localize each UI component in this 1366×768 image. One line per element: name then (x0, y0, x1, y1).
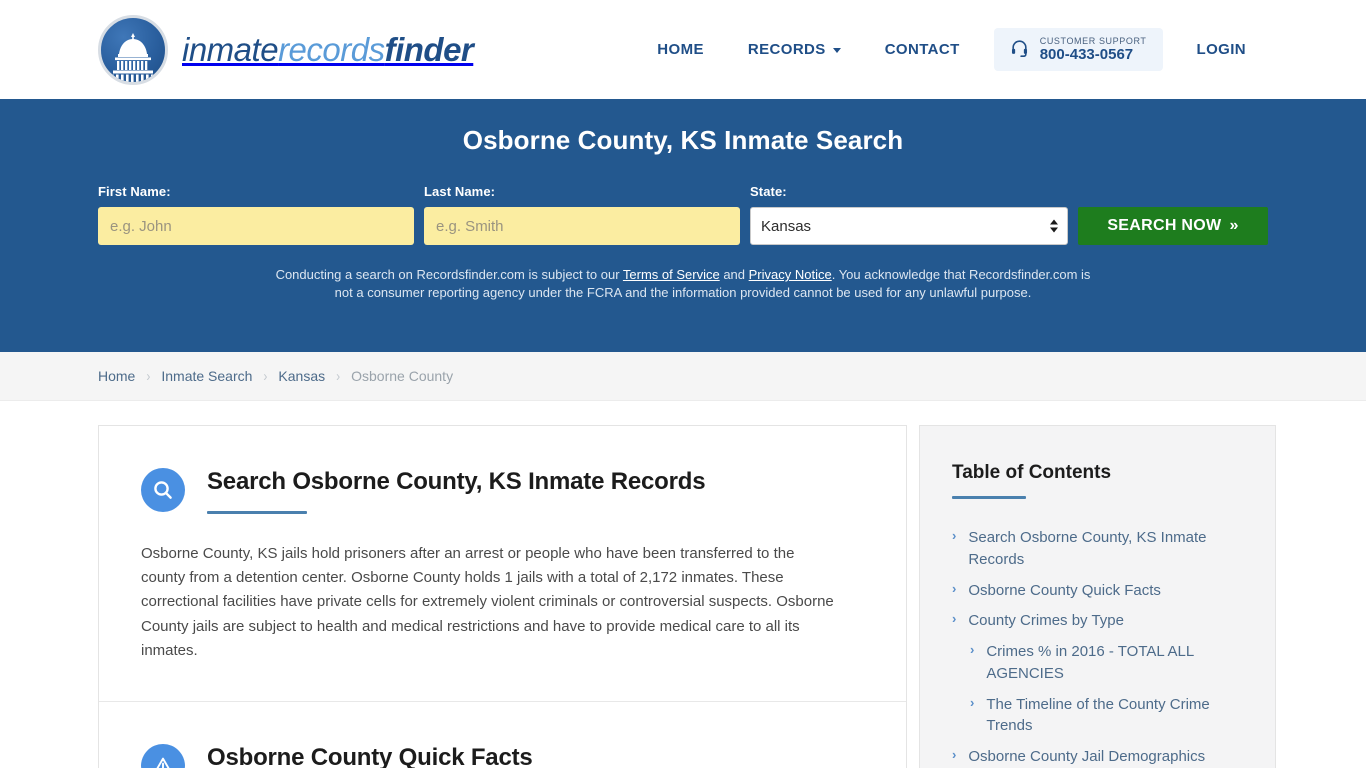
section-search-records: Search Osborne County, KS Inmate Records… (99, 426, 906, 701)
support-label: CUSTOMER SUPPORT (1039, 35, 1147, 46)
state-label: State: (750, 184, 787, 199)
toc-link-jail-demographics[interactable]: Osborne County Jail Demographics (968, 746, 1205, 768)
main-navigation: HOME RECORDS CONTACT CUSTOMER SUPPORT 80… (635, 27, 1269, 72)
page-title: Osborne County, KS Inmate Search (462, 125, 904, 155)
section-quick-facts: Osborne County Quick Facts (99, 701, 906, 768)
select-spinner-icon (1049, 219, 1058, 233)
chevron-right-icon: › (952, 747, 957, 762)
chevron-right-icon: › (970, 642, 975, 657)
chevron-right-icon: › (952, 611, 957, 627)
breadcrumb-separator-icon: › (336, 367, 341, 385)
warning-circle-icon (141, 744, 185, 768)
headset-icon (1010, 38, 1029, 62)
last-name-input[interactable] (424, 207, 740, 245)
brand-part-finder: finder (384, 31, 474, 68)
inmate-search-form: First Name: Last Name: State: Kansas SEA… (98, 184, 1268, 245)
content-area: Search Osborne County, KS Inmate Records… (0, 401, 1366, 768)
main-content-card: Search Osborne County, KS Inmate Records… (98, 425, 907, 768)
toc-item-quick-facts[interactable]: › Osborne County Quick Facts (952, 580, 1243, 602)
last-name-field-group: Last Name: (424, 184, 740, 245)
breadcrumb-separator-icon: › (263, 367, 268, 385)
search-disclaimer: Conducting a search on Recordsfinder.com… (268, 266, 1098, 303)
state-select[interactable]: Kansas (750, 207, 1068, 245)
nav-item-contact-label: CONTACT (884, 41, 960, 58)
chevron-down-icon (832, 48, 841, 53)
support-phone: 800-433-0567 (1039, 46, 1134, 64)
toc-item-crimes-percent-2016[interactable]: › Crimes % in 2016 - TOTAL ALL AGENCIES (952, 641, 1243, 685)
breadcrumb-item-home[interactable]: Home (98, 368, 135, 384)
last-name-label: Last Name: (424, 184, 496, 199)
breadcrumb-item-inmate-search[interactable]: Inmate Search (161, 368, 252, 384)
search-circle-icon (141, 468, 185, 512)
nav-item-home-label: HOME (657, 41, 704, 58)
nav-item-home[interactable]: HOME (635, 41, 726, 58)
toc-item-jail-demographics[interactable]: › Osborne County Jail Demographics (952, 746, 1243, 768)
search-now-button[interactable]: SEARCH NOW » (1077, 207, 1268, 245)
toc-link-quick-facts[interactable]: Osborne County Quick Facts (968, 580, 1161, 602)
chevron-right-icon: › (952, 580, 957, 596)
terms-of-service-link[interactable]: Terms of Service (623, 267, 720, 282)
breadcrumb-item-osborne-county: Osborne County (351, 368, 454, 384)
disclaimer-text-2: and (719, 267, 749, 282)
toc-link-crime-trends-timeline[interactable]: The Timeline of the County Crime Trends (986, 694, 1243, 738)
nav-item-contact[interactable]: CONTACT (863, 41, 982, 58)
title-accent-bar (207, 510, 307, 514)
toc-title: Table of Contents (952, 462, 1112, 483)
first-name-label: First Name: (98, 184, 171, 199)
toc-accent-bar (952, 496, 1026, 499)
nav-item-login-label: LOGIN (1196, 41, 1246, 58)
customer-support-box[interactable]: CUSTOMER SUPPORT 800-433-0567 (993, 27, 1163, 72)
chevron-right-icon: › (952, 528, 957, 543)
section-title-quick-facts: Osborne County Quick Facts (207, 744, 533, 768)
breadcrumb-bar: Home › Inmate Search › Kansas › Osborne … (0, 352, 1366, 401)
brand-wordmark: inmaterecordsfinder (182, 31, 474, 68)
chevron-right-icon: › (970, 694, 975, 710)
table-of-contents-sidebar: Table of Contents › Search Osborne Count… (919, 425, 1276, 768)
site-header: inmaterecordsfinder HOME RECORDS CONTACT (0, 0, 1366, 99)
first-name-input[interactable] (98, 207, 414, 245)
hero-search-panel: Osborne County, KS Inmate Search First N… (0, 99, 1366, 352)
brand-part-inmate: inmate (182, 31, 279, 68)
nav-item-login[interactable]: LOGIN (1175, 41, 1269, 58)
toc-item-crime-trends-timeline[interactable]: › The Timeline of the County Crime Trend… (952, 694, 1243, 738)
breadcrumb: Home › Inmate Search › Kansas › Osborne … (98, 367, 454, 385)
search-now-label: SEARCH NOW (1107, 217, 1222, 234)
toc-list: › Search Osborne County, KS Inmate Recor… (952, 527, 1243, 768)
section-title-search-records: Search Osborne County, KS Inmate Records (207, 468, 706, 495)
site-logo[interactable]: inmaterecordsfinder (98, 14, 474, 85)
toc-item-search-records[interactable]: › Search Osborne County, KS Inmate Recor… (952, 527, 1243, 571)
capitol-dome-icon (98, 14, 168, 85)
state-select-value: Kansas (761, 217, 812, 235)
toc-link-search-records[interactable]: Search Osborne County, KS Inmate Records (968, 527, 1243, 571)
breadcrumb-separator-icon: › (146, 367, 151, 385)
section-body-search-records: Osborne County, KS jails hold prisoners … (141, 544, 834, 659)
state-field-group: State: Kansas (750, 184, 1068, 245)
double-chevron-right-icon: » (1229, 217, 1239, 234)
toc-item-county-crimes-by-type[interactable]: › County Crimes by Type (952, 610, 1243, 632)
nav-item-records-label: RECORDS (747, 41, 826, 58)
first-name-field-group: First Name: (98, 184, 414, 245)
brand-part-records: records (278, 31, 385, 68)
nav-item-records[interactable]: RECORDS (726, 41, 863, 58)
toc-link-crimes-percent-2016[interactable]: Crimes % in 2016 - TOTAL ALL AGENCIES (986, 641, 1243, 685)
breadcrumb-item-kansas[interactable]: Kansas (278, 368, 325, 384)
toc-link-county-crimes-by-type[interactable]: County Crimes by Type (968, 610, 1124, 632)
privacy-notice-link[interactable]: Privacy Notice (749, 267, 832, 282)
disclaimer-text-1: Conducting a search on Recordsfinder.com… (275, 267, 623, 282)
